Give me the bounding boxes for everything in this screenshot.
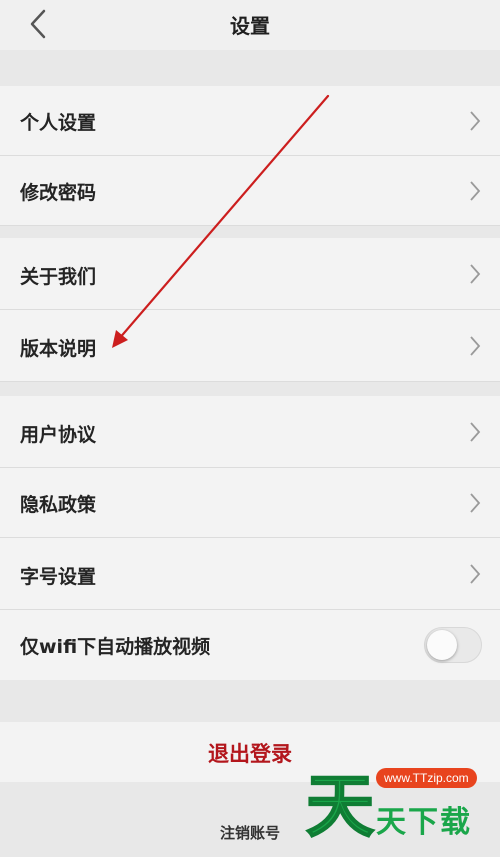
row-label: 修改密码 (20, 182, 97, 204)
settings-row-change-password[interactable]: 修改密码 (0, 156, 500, 226)
watermark-url: www.TTzip.com (376, 768, 477, 788)
toggle-knob (427, 630, 457, 660)
row-label: 隐私政策 (20, 494, 97, 516)
row-label: 用户协议 (20, 424, 97, 446)
row-label: 仅wifi下自动播放视频 (20, 636, 211, 658)
chevron-right-icon (468, 263, 482, 285)
chevron-right-icon (468, 421, 482, 443)
chevron-right-icon (468, 492, 482, 514)
chevron-right-icon (468, 563, 482, 585)
chevron-right-icon (468, 180, 482, 202)
top-bar: 设置 (0, 0, 500, 50)
settings-row-wifi-autoplay: 仅wifi下自动播放视频 (0, 610, 500, 680)
chevron-right-icon (468, 335, 482, 357)
settings-row-version-notes[interactable]: 版本说明 (0, 310, 500, 382)
row-label: 字号设置 (20, 566, 97, 588)
watermark-big-char: 天 (305, 767, 375, 848)
chevron-right-icon (468, 110, 482, 132)
row-label: 关于我们 (20, 266, 97, 288)
row-label: 版本说明 (20, 338, 97, 360)
settings-row-font-size[interactable]: 字号设置 (0, 538, 500, 610)
row-label: 个人设置 (20, 112, 97, 134)
site-watermark: 天 www.TTzip.com 天下载 (300, 757, 500, 848)
wifi-autoplay-toggle[interactable] (424, 627, 482, 663)
settings-row-privacy-policy[interactable]: 隐私政策 (0, 468, 500, 538)
page-title: 设置 (230, 14, 270, 38)
settings-row-user-agreement[interactable]: 用户协议 (0, 396, 500, 468)
watermark-sub-text: 天下载 (376, 805, 472, 840)
settings-row-about-us[interactable]: 关于我们 (0, 238, 500, 310)
settings-row-personal[interactable]: 个人设置 (0, 86, 500, 156)
